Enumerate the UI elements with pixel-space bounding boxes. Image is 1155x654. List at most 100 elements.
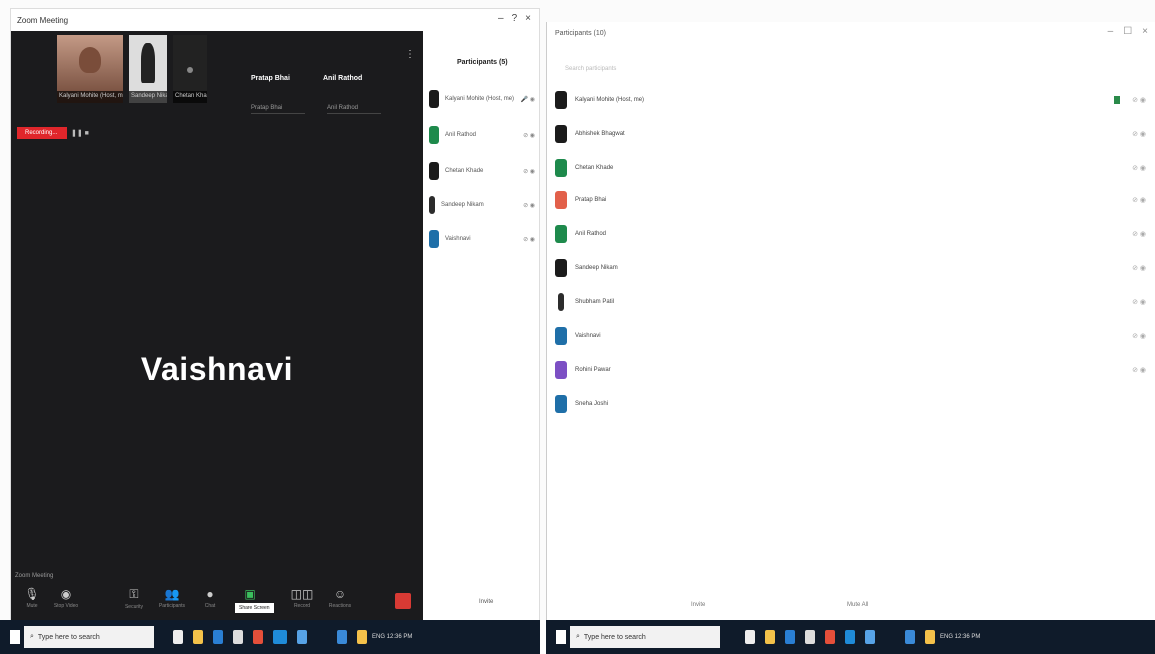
taskbar-right: ⌕ Type here to search ENG 12:36 PM	[556, 626, 980, 648]
video-thumbnail[interactable]: Kalyani Mohite (Host, me)	[57, 35, 123, 103]
minimize-button[interactable]: –	[1108, 26, 1114, 37]
record-button[interactable]: ◫◫ Record	[287, 587, 317, 617]
windows-start-icon[interactable]	[556, 630, 566, 644]
help-button[interactable]: ?	[512, 13, 518, 24]
participant-status-icons: ⊘ ◉	[1132, 97, 1146, 104]
participant-video	[141, 43, 155, 83]
participant-name: Sneha Joshi	[575, 401, 609, 407]
zoom-icon[interactable]	[845, 630, 855, 644]
system-tray-clock[interactable]: ENG 12:36 PM	[940, 634, 980, 640]
toolbar-item-label: Participants	[158, 603, 186, 609]
taskbar: ⌕ Type here to search ENG 12:36 PM ⌕ Typ…	[0, 620, 1155, 654]
window-title: Participants (10)	[555, 29, 606, 37]
participant-status-icons: 🎤 ◉	[520, 96, 535, 103]
notification-icon[interactable]	[925, 630, 935, 644]
edge-icon[interactable]	[865, 630, 875, 644]
stop-video-button[interactable]: ◉ Stop Video	[51, 587, 81, 617]
participant-row[interactable]: Vaishnavi ⊘ ◉	[429, 229, 535, 249]
reactions-icon: ☺	[333, 587, 347, 601]
store-icon[interactable]	[785, 630, 795, 644]
avatar	[429, 162, 439, 180]
recording-controls[interactable]: ❚❚ ■	[71, 129, 89, 137]
windows-start-icon[interactable]	[10, 630, 20, 644]
desktop: Zoom Meeting – ? × Kalyani Mohite (Host,…	[0, 0, 1155, 654]
participant-row[interactable]: Chetan Khade ⊘ ◉	[429, 161, 535, 181]
participant-status-icons: ⊘ ◉	[1132, 299, 1146, 306]
system-tray-clock[interactable]: ENG 12:36 PM	[372, 634, 412, 640]
participant-row[interactable]: Sandeep Nikam ⊘ ◉	[555, 256, 1150, 280]
onedrive-icon[interactable]	[905, 630, 915, 644]
app-icon[interactable]	[805, 630, 815, 644]
chrome-icon[interactable]	[825, 630, 835, 644]
chat-button[interactable]: ● Chat	[195, 587, 225, 617]
invite-button[interactable]: Invite	[691, 602, 705, 608]
toolbar-item-label: Reactions	[328, 603, 352, 609]
taskbar-search[interactable]: ⌕ Type here to search	[24, 626, 154, 648]
monitor-divider	[540, 620, 546, 654]
file-explorer-icon[interactable]	[765, 630, 775, 644]
participant-row[interactable]: Shubham Patil ⊘ ◉	[555, 290, 1150, 314]
maximize-button[interactable]: ☐	[1123, 26, 1132, 37]
notification-icon[interactable]	[357, 630, 367, 644]
participant-row[interactable]: Sandeep Nikam ⊘ ◉	[429, 195, 535, 215]
zoom-icon[interactable]	[273, 630, 287, 644]
video-icon: ◉	[60, 587, 72, 601]
more-options-icon[interactable]: ⋮	[405, 49, 415, 60]
participant-row[interactable]: Sneha Joshi	[555, 392, 1150, 416]
toolbar-item-label: Security	[124, 604, 144, 610]
participant-row[interactable]: Pratap Bhai ⊘ ◉	[555, 188, 1150, 212]
invite-button[interactable]: Invite	[479, 599, 493, 605]
taskbar-search[interactable]: ⌕ Type here to search	[570, 626, 720, 648]
end-meeting-button[interactable]	[395, 593, 411, 609]
name-tile[interactable]: Anil Rathod	[323, 75, 369, 82]
participant-row[interactable]: Kalyani Mohite (Host, me) ⊘ ◉	[555, 88, 1150, 112]
name-tiles: Pratap Bhai Anil Rathod	[251, 75, 369, 82]
participant-row[interactable]: Anil Rathod ⊘ ◉	[555, 222, 1150, 246]
participant-name: Kalyani Mohite (Host, me)	[575, 97, 645, 103]
close-button[interactable]: ×	[1142, 26, 1148, 37]
share-indicator-icon	[1114, 96, 1120, 104]
participant-row[interactable]: Kalyani Mohite (Host, me) 🎤 ◉	[429, 89, 535, 109]
participant-name: Chetan Khade	[575, 165, 614, 171]
mute-button[interactable]: 🎙 Mute	[17, 587, 47, 617]
search-placeholder: Type here to search	[37, 633, 100, 641]
avatar	[558, 293, 564, 311]
edge-icon[interactable]	[297, 630, 307, 644]
participant-row[interactable]: Anil Rathod ⊘ ◉	[429, 125, 535, 145]
minimize-button[interactable]: –	[498, 13, 504, 24]
name-tile[interactable]: Pratap Bhai	[251, 75, 297, 82]
onedrive-icon[interactable]	[337, 630, 347, 644]
chrome-icon[interactable]	[253, 630, 263, 644]
participant-status-icons: ⊘ ◉	[1132, 197, 1146, 204]
avatar	[555, 191, 567, 209]
participant-name: Anil Rathod	[575, 231, 607, 237]
task-view-icon[interactable]	[173, 630, 183, 644]
reactions-button[interactable]: ☺ Reactions	[325, 587, 355, 617]
participant-row[interactable]: Vaishnavi ⊘ ◉	[555, 324, 1150, 348]
avatar	[555, 91, 567, 109]
participant-name: Anil Rathod	[445, 132, 477, 138]
meeting-toolbar: Zoom Meeting 🎙 Mute ◉ Stop Video ⚿ Secur…	[11, 573, 423, 621]
participant-status-icons: ⊘ ◉	[523, 202, 535, 209]
participant-status-icons: ⊘ ◉	[523, 132, 535, 139]
name-subtitle: Anil Rathod	[327, 105, 381, 114]
participant-row[interactable]: Rohini Pawar ⊘ ◉	[555, 358, 1150, 382]
participant-row[interactable]: Chetan Khade ⊘ ◉	[555, 156, 1150, 180]
file-explorer-icon[interactable]	[193, 630, 203, 644]
video-thumbnail[interactable]: Sandeep Nikam	[129, 35, 167, 103]
participant-row[interactable]: Abhishek Bhagwat ⊘ ◉	[555, 122, 1150, 146]
close-button[interactable]: ×	[525, 13, 531, 24]
task-view-icon[interactable]	[745, 630, 755, 644]
avatar	[429, 196, 435, 214]
app-icon[interactable]	[233, 630, 243, 644]
meeting-video-area: Kalyani Mohite (Host, me) Sandeep Nikam …	[11, 31, 423, 621]
store-icon[interactable]	[213, 630, 223, 644]
participants-button[interactable]: 👥 Participants	[157, 587, 187, 617]
mute-all-button[interactable]: Mute All	[847, 602, 868, 608]
search-icon: ⌕	[30, 633, 34, 640]
participant-video	[79, 47, 101, 73]
video-thumbnail[interactable]: Chetan Khade	[173, 35, 207, 103]
search-participants-input[interactable]: Search participants	[565, 66, 616, 72]
security-button[interactable]: ⚿ Security	[119, 587, 149, 617]
thumbnail-caption: Sandeep Nikam	[129, 91, 167, 103]
